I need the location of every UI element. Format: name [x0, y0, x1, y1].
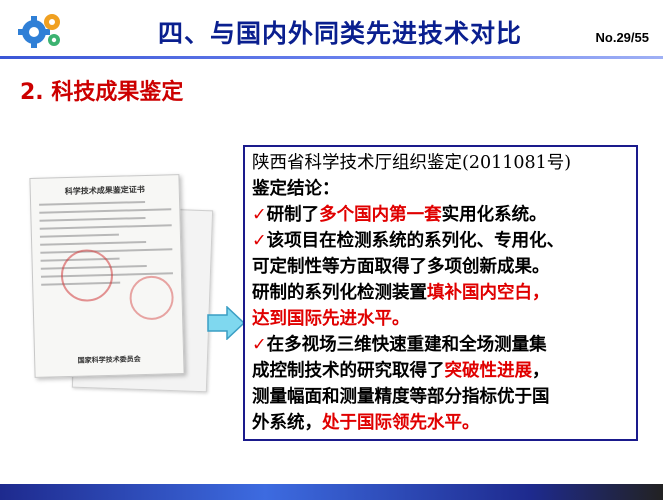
conclusion-item-3: ✓在多视场三维快速重建和全场测量集 — [252, 335, 547, 355]
conclusion-item-1: ✓研制了多个国内第一套实用化系统。 — [252, 205, 547, 225]
slide-title: 四、与国内外同类先进技术对比 — [157, 19, 522, 48]
conclusion-text: 成控制技术的研究取得了突破性进展， — [252, 361, 550, 381]
certificate-image: 科学技术成果鉴定证书 国家科学技术委员会 — [20, 168, 220, 398]
conclusion-text: 达到国际先进水平。 — [252, 309, 410, 329]
right-arrow-icon — [207, 306, 245, 340]
conclusion-text: 外系统，处于国际领先水平。 — [252, 413, 480, 433]
conclusion-text: 测量幅面和测量精度等部分指标优于国 — [252, 387, 550, 407]
gear-logo-icon — [18, 14, 60, 48]
certificate-front-page: 科学技术成果鉴定证书 国家科学技术委员会 — [29, 174, 185, 378]
conclusion-text: 可定制性等方面取得了多项创新成果。 — [252, 257, 550, 277]
check-icon: ✓ — [252, 335, 267, 355]
check-icon: ✓ — [252, 231, 267, 251]
certificate-title: 科学技术成果鉴定证书 — [64, 183, 145, 197]
appraisal-organizer: 陕西省科学技术厅组织鉴定(2011081号) — [252, 153, 572, 173]
red-seal-stamp — [60, 248, 114, 303]
check-icon: ✓ — [252, 205, 267, 225]
appraisal-conclusion-box: 陕西省科学技术厅组织鉴定(2011081号) 鉴定结论： ✓研制了多个国内第一套… — [243, 145, 638, 441]
page-number: No.29/55 — [595, 30, 649, 45]
section-title: 2. 科技成果鉴定 — [20, 80, 184, 105]
conclusion-text: 研制的系列化检测装置填补国内空白， — [252, 283, 550, 303]
footer-band — [0, 484, 663, 500]
conclusion-heading: 鉴定结论： — [252, 179, 340, 199]
certificate-footer: 国家科学技术委员会 — [77, 354, 141, 365]
red-seal-stamp — [129, 275, 175, 321]
conclusion-item-2: ✓该项目在检测系统的系列化、专用化、 — [252, 231, 565, 251]
header-divider — [0, 56, 663, 59]
